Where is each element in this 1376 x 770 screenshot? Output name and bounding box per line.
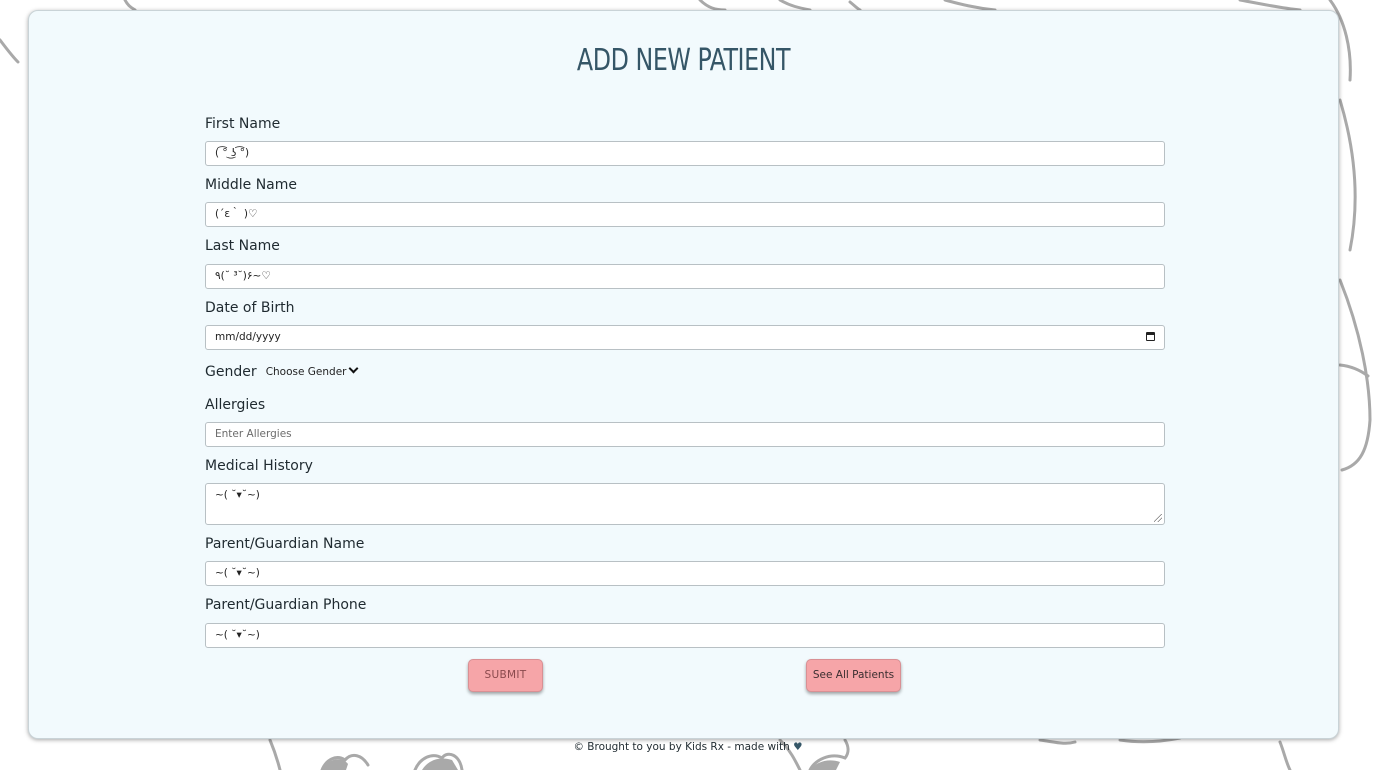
add-patient-card: ADD NEW PATIENT First Name ( ͡° ͜ʖ ͡°) M… bbox=[28, 10, 1339, 739]
first-name-label: First Name bbox=[205, 116, 281, 132]
calendar-icon[interactable] bbox=[1146, 332, 1155, 341]
allergies-label: Allergies bbox=[205, 397, 266, 413]
last-name-input[interactable]: ٩(˘ ³˘)۶~♡ bbox=[205, 264, 1165, 289]
gender-label: Gender bbox=[205, 364, 257, 380]
gender-row: Gender Choose Gender bbox=[205, 361, 359, 380]
resize-handle-icon[interactable] bbox=[1154, 514, 1162, 522]
see-all-patients-button[interactable]: See All Patients bbox=[806, 659, 901, 692]
first-name-input[interactable]: ( ͡° ͜ʖ ͡°) bbox=[205, 141, 1165, 166]
middle-name-input[interactable]: (´ε｀ )♡ bbox=[205, 202, 1165, 227]
submit-button[interactable]: SUBMIT bbox=[468, 659, 543, 692]
dob-input[interactable]: mm/dd/yyyy bbox=[205, 325, 1165, 350]
middle-name-label: Middle Name bbox=[205, 177, 297, 193]
last-name-label: Last Name bbox=[205, 238, 280, 254]
guardian-phone-label: Parent/Guardian Phone bbox=[205, 597, 367, 613]
medical-history-label: Medical History bbox=[205, 458, 313, 474]
medical-history-value: ~( ˘▾˘~) bbox=[215, 489, 260, 501]
allergies-input[interactable]: Enter Allergies bbox=[205, 422, 1165, 447]
heart-icon: ♥ bbox=[793, 741, 803, 753]
dob-placeholder: mm/dd/yyyy bbox=[215, 331, 281, 343]
gender-select[interactable]: Choose Gender bbox=[265, 363, 359, 378]
footer-text: © Brought to you by Kids Rx - made with bbox=[573, 741, 790, 753]
guardian-name-label: Parent/Guardian Name bbox=[205, 536, 365, 552]
guardian-phone-input[interactable]: ~( ˘▾˘~) bbox=[205, 623, 1165, 648]
page-title: ADD NEW PATIENT bbox=[576, 43, 791, 78]
chevron-down-icon bbox=[349, 363, 359, 374]
medical-history-textarea[interactable]: ~( ˘▾˘~) bbox=[205, 483, 1165, 525]
footer: © Brought to you by Kids Rx - made with … bbox=[0, 741, 1376, 753]
guardian-name-input[interactable]: ~( ˘▾˘~) bbox=[205, 561, 1165, 586]
dob-label: Date of Birth bbox=[205, 300, 295, 316]
gender-select-value: Choose Gender bbox=[265, 366, 347, 378]
